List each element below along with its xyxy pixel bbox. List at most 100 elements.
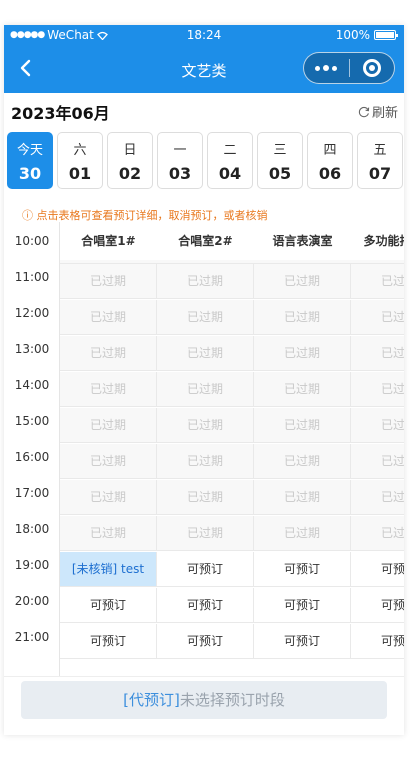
slot-cell[interactable]: 已过期 [60,444,157,479]
time-label: 10:00 [14,234,50,248]
time-label: 16:00 [14,450,50,464]
date-number: 02 [118,164,142,183]
slot-cell[interactable]: 可预订 [351,588,404,623]
slot-cell[interactable]: 已过期 [351,264,404,299]
date-item[interactable]: 今天 30 [7,132,53,189]
slot-cell[interactable]: 可预订 [254,624,351,659]
phone-screen: ●●●●● WeChat 18:24 100% 文艺类 2023年06月 刷新 … [4,25,404,735]
date-item[interactable]: 一 03 [157,132,203,189]
slot-cell[interactable]: 已过期 [351,516,404,551]
slot-cell[interactable]: 已过期 [60,264,157,299]
slot-cell[interactable]: 已过期 [60,300,157,335]
slot-cell[interactable]: 已过期 [351,372,404,407]
footer-bar: [代预订]未选择预订时段 [4,676,404,735]
date-number: 30 [18,164,42,183]
slot-cell[interactable]: 可预订 [157,552,254,587]
date-number: 03 [168,164,192,183]
slot-cell[interactable]: 已过期 [157,408,254,443]
slot-cell[interactable]: 已过期 [254,408,351,443]
slot-cell[interactable]: 已过期 [60,408,157,443]
slot-cell[interactable]: 已过期 [351,336,404,371]
battery-percent: 100% [335,28,370,42]
refresh-icon [358,106,370,117]
date-item[interactable]: 六 01 [57,132,103,189]
slot-cell[interactable]: 已过期 [157,372,254,407]
slot-cell[interactable]: [未核销] test [60,552,157,587]
slot-cell[interactable]: 可预订 [60,588,157,623]
time-label: 11:00 [14,270,50,284]
slot-cell[interactable]: 已过期 [254,264,351,299]
month-header: 2023年06月 刷新 [4,93,404,125]
time-label: 21:00 [14,630,50,644]
proxy-booking-text: 未选择预订时段 [179,691,285,709]
slot-cell[interactable]: 可预订 [351,552,404,587]
slot-cell[interactable]: 可预订 [254,552,351,587]
slot-cell[interactable]: 已过期 [254,480,351,515]
slot-cell[interactable]: 已过期 [351,444,404,479]
room-header: 语言表演室 [254,222,351,260]
date-weekday: 一 [173,143,187,158]
slot-cell[interactable]: 已过期 [351,408,404,443]
date-weekday: 日 [123,143,137,158]
date-weekday: 三 [273,143,287,158]
date-item[interactable]: 五 07 [357,132,403,189]
time-label: 18:00 [14,522,50,536]
slot-cell[interactable]: 已过期 [157,444,254,479]
more-menu-icon[interactable] [304,53,349,83]
slot-cell[interactable]: 可预订 [157,624,254,659]
date-number: 05 [268,164,292,183]
slot-cell[interactable]: 已过期 [351,300,404,335]
slot-cell[interactable]: 已过期 [60,516,157,551]
date-number: 04 [218,164,242,183]
room-header: 合唱室1# [60,222,157,260]
date-item[interactable]: 二 04 [207,132,253,189]
slot-cell[interactable]: 可预订 [351,624,404,659]
slot-cell[interactable]: 已过期 [254,372,351,407]
slot-cell[interactable]: 已过期 [60,336,157,371]
close-miniprogram-icon[interactable] [349,53,394,83]
date-weekday: 今天 [16,143,43,158]
time-label: 13:00 [14,342,50,356]
slot-cell[interactable]: 已过期 [351,480,404,515]
time-label: 19:00 [14,558,50,572]
proxy-booking-tag: [代预订] [123,691,180,709]
room-header: 合唱室2# [157,222,254,260]
slot-cell[interactable]: 已过期 [60,372,157,407]
room-header: 多功能排练室 [351,222,404,260]
time-label: 12:00 [14,306,50,320]
date-number: 01 [68,164,92,183]
time-label: 17:00 [14,486,50,500]
slot-cell[interactable]: 已过期 [157,264,254,299]
date-number: 06 [318,164,342,183]
schedule-grid: 10:00 11:00 12:00 13:00 14:00 15:00 16:00 17:00… [4,222,404,676]
nav-bar: 文艺类 [4,45,404,93]
date-weekday: 五 [373,143,387,158]
date-weekday: 四 [323,143,337,158]
status-bar: ●●●●● WeChat 18:24 100% [4,25,404,45]
slot-cell[interactable]: 已过期 [157,480,254,515]
slot-cell[interactable]: 已过期 [254,516,351,551]
slot-cell[interactable]: 已过期 [254,444,351,479]
date-number: 07 [368,164,392,183]
slot-cell[interactable]: 可预订 [157,588,254,623]
slot-cell[interactable]: 已过期 [60,480,157,515]
slot-cell[interactable]: 已过期 [254,336,351,371]
time-label: 14:00 [14,378,50,392]
slot-cell[interactable]: 已过期 [157,516,254,551]
date-weekday: 二 [223,143,237,158]
current-month: 2023年06月 [11,104,110,123]
battery-icon [374,30,398,40]
date-item[interactable]: 日 02 [107,132,153,189]
time-column: 10:00 11:00 12:00 13:00 14:00 15:00 16:00 17:00… [4,222,60,676]
date-item[interactable]: 四 06 [307,132,353,189]
slot-cell[interactable]: 已过期 [254,300,351,335]
proxy-booking-button[interactable]: [代预订]未选择预订时段 [21,681,387,719]
slot-cell[interactable]: 已过期 [157,336,254,371]
refresh-button[interactable]: 刷新 [358,102,398,121]
slot-cell[interactable]: 可预订 [60,624,157,659]
time-label: 15:00 [14,414,50,428]
slot-cell[interactable]: 可预订 [254,588,351,623]
slot-cell[interactable]: 已过期 [157,300,254,335]
date-item[interactable]: 三 05 [257,132,303,189]
date-weekday: 六 [73,143,87,158]
